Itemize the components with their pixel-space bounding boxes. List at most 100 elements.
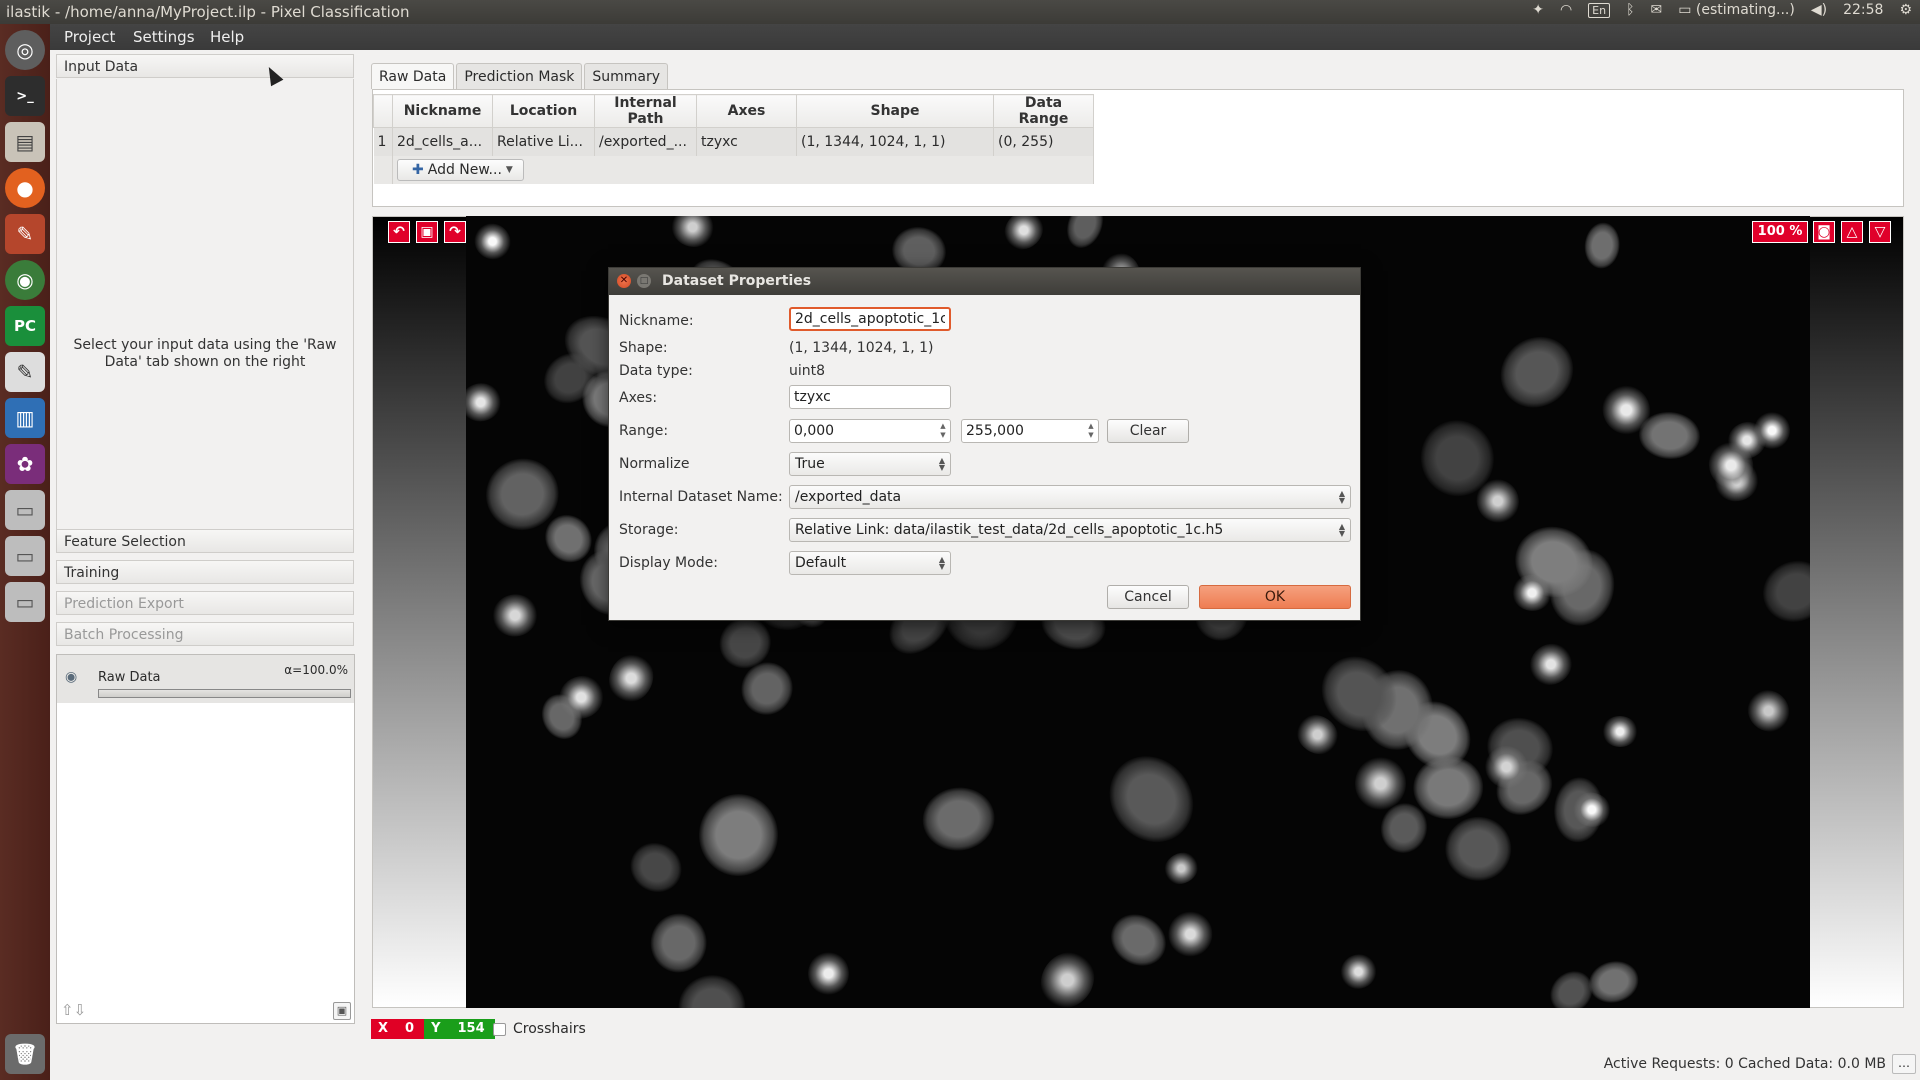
plus-icon: ✚ <box>412 161 424 178</box>
range-min-value: 0,000 <box>794 423 835 439</box>
add-new-label: Add New... <box>427 161 502 178</box>
firefox-icon[interactable]: ● <box>5 168 45 208</box>
shape-label: Shape: <box>619 340 668 356</box>
x-coordinate[interactable]: 0 <box>395 1019 425 1039</box>
image-app-icon[interactable]: ✿ <box>5 444 45 484</box>
layer-settings-button[interactable]: ▣ <box>333 1002 351 1020</box>
cell-data-range[interactable]: (0, 255) <box>993 127 1094 156</box>
cell-nucleus <box>1521 635 1581 694</box>
camera-icon[interactable]: ◙ <box>1813 221 1835 243</box>
applet-training[interactable]: Training <box>56 560 354 584</box>
cancel-button[interactable]: Cancel <box>1107 585 1189 609</box>
col-shape[interactable]: Shape <box>796 94 994 128</box>
layer-list: ◉ Raw Data α=100.0% ⇧⇩ ▣ <box>56 654 355 1024</box>
axes-field[interactable] <box>789 385 951 409</box>
menu-bar: Project Settings Help <box>50 24 1920 50</box>
wifi-icon[interactable]: ◠ <box>1560 2 1572 18</box>
cell-internal-path[interactable]: /exported_... <box>594 127 697 156</box>
dialog-titlebar: ✕ □ Dataset Properties <box>609 268 1360 295</box>
drive-icon-2[interactable]: ▭ <box>5 536 45 576</box>
menu-help[interactable]: Help <box>210 28 244 46</box>
y-coordinate[interactable]: 154 <box>447 1019 495 1039</box>
files-icon[interactable]: ▤ <box>5 122 45 162</box>
tab-summary[interactable]: Summary <box>584 63 669 89</box>
viewer-margin-right <box>1810 217 1903 1007</box>
close-icon[interactable]: ✕ <box>617 274 631 288</box>
volume-icon[interactable]: ◀) <box>1811 2 1827 18</box>
maximize-icon[interactable]: △ <box>1841 221 1863 243</box>
col-axes[interactable]: Axes <box>696 94 797 128</box>
cell-axes[interactable]: tzyxc <box>696 127 797 156</box>
combo-arrows-icon: ▲ ▼ <box>1338 522 1345 538</box>
minimize-window-icon[interactable]: □ <box>637 274 651 288</box>
clear-button[interactable]: Clear <box>1107 419 1189 443</box>
keyboard-layout[interactable]: En <box>1588 2 1611 18</box>
nickname-field[interactable] <box>789 307 951 331</box>
cell-nucleus <box>1582 220 1622 271</box>
range-min-spinbox[interactable]: 0,000 ▲ ▼ <box>789 419 951 443</box>
cell-nickname[interactable]: 2d_cells_a... <box>392 127 493 156</box>
drive-icon[interactable]: ▭ <box>5 490 45 530</box>
trash-icon[interactable]: 🗑 <box>5 1034 45 1074</box>
applet-batch-processing[interactable]: Batch Processing <box>56 622 354 646</box>
combo-arrows-icon: ▲ ▼ <box>938 555 945 571</box>
globe-icon[interactable]: ◉ <box>5 260 45 300</box>
drive-icon-3[interactable]: ▭ <box>5 582 45 622</box>
x-coordinate-label: X <box>371 1019 396 1039</box>
menu-project[interactable]: Project <box>64 28 115 46</box>
crosshairs-toggle[interactable]: Crosshairs <box>493 1021 586 1037</box>
storage-select[interactable]: Relative Link: data/ilastik_test_data/2d… <box>789 518 1351 542</box>
crosshairs-label: Crosshairs <box>513 1021 586 1037</box>
gear-icon[interactable]: ⚙ <box>1899 2 1912 18</box>
dropbox-icon[interactable]: ✦ <box>1532 2 1544 18</box>
add-new-button[interactable]: ✚ Add New... ▼ <box>397 158 524 181</box>
col-internal-path[interactable]: Internal Path <box>594 94 697 128</box>
cell-nucleus <box>1753 550 1810 632</box>
applet-prediction-export[interactable]: Prediction Export <box>56 591 354 615</box>
mail-icon[interactable]: ✉ <box>1651 2 1663 18</box>
pycharm-icon[interactable]: PC <box>5 306 45 346</box>
col-nickname[interactable]: Nickname <box>392 94 493 128</box>
dash-icon[interactable]: ◎ <box>5 30 45 70</box>
cell-location[interactable]: Relative Li... <box>492 127 595 156</box>
normalize-value: True <box>795 456 825 472</box>
applet-input-data[interactable]: Input Data <box>56 54 354 78</box>
window-title: ilastik - /home/anna/MyProject.ilp - Pix… <box>6 3 410 21</box>
internal-dataset-select[interactable]: /exported_data ▲ ▼ <box>789 485 1351 509</box>
cell-nucleus <box>1158 846 1204 890</box>
terminal-icon[interactable]: >_ <box>5 76 45 116</box>
status-menu-button[interactable]: … <box>1892 1054 1916 1074</box>
col-data-range[interactable]: Data Range <box>993 94 1094 128</box>
spin-arrows-icon[interactable]: ▲ ▼ <box>1086 422 1096 440</box>
redo-icon[interactable]: ↷ <box>444 221 466 243</box>
range-max-spinbox[interactable]: 255,000 ▲ ▼ <box>961 419 1099 443</box>
display-mode-select[interactable]: Default ▲ ▼ <box>789 551 951 575</box>
center-view-icon[interactable]: ▣ <box>416 221 438 243</box>
layer-item[interactable]: ◉ Raw Data α=100.0% <box>57 655 354 703</box>
tab-raw-data[interactable]: Raw Data <box>371 63 455 89</box>
menu-settings[interactable]: Settings <box>133 28 195 46</box>
ilastik-icon[interactable]: ▥ <box>5 398 45 438</box>
undo-icon[interactable]: ↶ <box>388 221 410 243</box>
crosshairs-checkbox[interactable] <box>493 1022 506 1036</box>
layer-opacity-bar[interactable] <box>98 689 351 698</box>
col-location[interactable]: Location <box>492 94 595 128</box>
zoom-level[interactable]: 100 % <box>1752 221 1808 243</box>
battery-status[interactable]: ▭ (estimating...) <box>1678 2 1795 18</box>
bluetooth-icon[interactable]: ᛒ <box>1626 2 1634 18</box>
minimize-icon[interactable]: ▽ <box>1869 221 1891 243</box>
cell-shape[interactable]: (1, 1344, 1024, 1, 1) <box>796 127 994 156</box>
spin-arrows-icon[interactable]: ▲ ▼ <box>938 422 948 440</box>
coordinate-readout: X 0 Y 154 <box>371 1019 495 1039</box>
applet-feature-selection[interactable]: Feature Selection <box>56 529 354 553</box>
ok-button[interactable]: OK <box>1199 585 1351 609</box>
settings-tool-icon[interactable]: ✎ <box>5 214 45 254</box>
text-editor-icon[interactable]: ✎ <box>5 352 45 392</box>
table-row[interactable]: 1 2d_cells_a... Relative Li... /exported… <box>373 127 1094 156</box>
move-layer-icons[interactable]: ⇧⇩ <box>61 1001 86 1019</box>
clock[interactable]: 22:58 <box>1843 2 1883 18</box>
eye-icon[interactable]: ◉ <box>65 669 77 685</box>
normalize-select[interactable]: True ▲ ▼ <box>789 452 951 476</box>
status-bar-text: Active Requests: 0 Cached Data: 0.0 MB <box>1603 1056 1886 1072</box>
tab-prediction-mask[interactable]: Prediction Mask <box>456 63 583 89</box>
